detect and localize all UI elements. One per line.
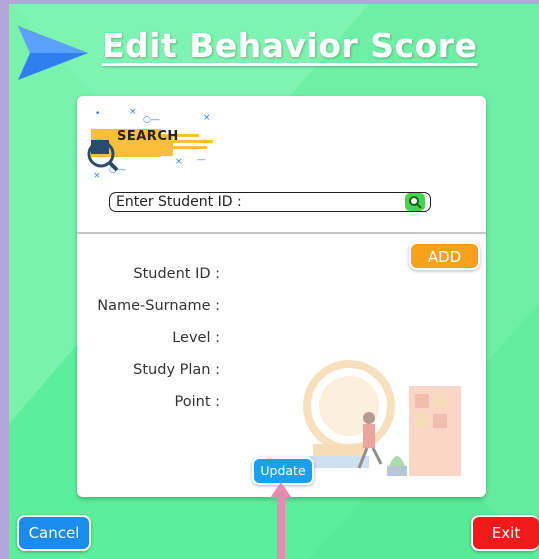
add-button[interactable]: ADD bbox=[409, 242, 480, 270]
label-study-plan: Study Plan : bbox=[133, 362, 220, 378]
label-student-id: Student ID : bbox=[133, 266, 220, 282]
search-logo: • × ○— × × ○— × — bbox=[87, 107, 213, 181]
page-title: Edit Behavior Score bbox=[102, 26, 478, 65]
edit-card: • × ○— × × ○— × — SEARCH Enter Student I… bbox=[77, 96, 486, 497]
svg-text:•: • bbox=[95, 109, 100, 119]
divider bbox=[77, 232, 486, 234]
search-logo-text: SEARCH bbox=[117, 129, 179, 144]
pointer-arrow-icon bbox=[270, 482, 292, 559]
student-id-search-input[interactable]: Enter Student ID : bbox=[109, 192, 431, 212]
update-button[interactable]: Update bbox=[252, 457, 314, 485]
search-placeholder: Enter Student ID : bbox=[116, 194, 242, 210]
study-illustration bbox=[303, 360, 461, 476]
cancel-button[interactable]: Cancel bbox=[17, 515, 91, 551]
label-point: Point : bbox=[174, 394, 221, 410]
svg-text:×: × bbox=[203, 113, 211, 123]
label-level: Level : bbox=[172, 330, 220, 346]
svg-text:—: — bbox=[197, 155, 206, 165]
svg-text:×: × bbox=[129, 107, 137, 117]
exit-button[interactable]: Exit bbox=[471, 515, 539, 551]
label-name-surname: Name-Surname : bbox=[97, 298, 220, 314]
search-button[interactable] bbox=[405, 193, 425, 211]
arrow-icon bbox=[18, 26, 88, 80]
svg-text:○—: ○— bbox=[143, 115, 160, 125]
svg-text:×: × bbox=[175, 157, 183, 167]
search-icon bbox=[409, 196, 422, 209]
svg-text:×: × bbox=[93, 171, 101, 181]
